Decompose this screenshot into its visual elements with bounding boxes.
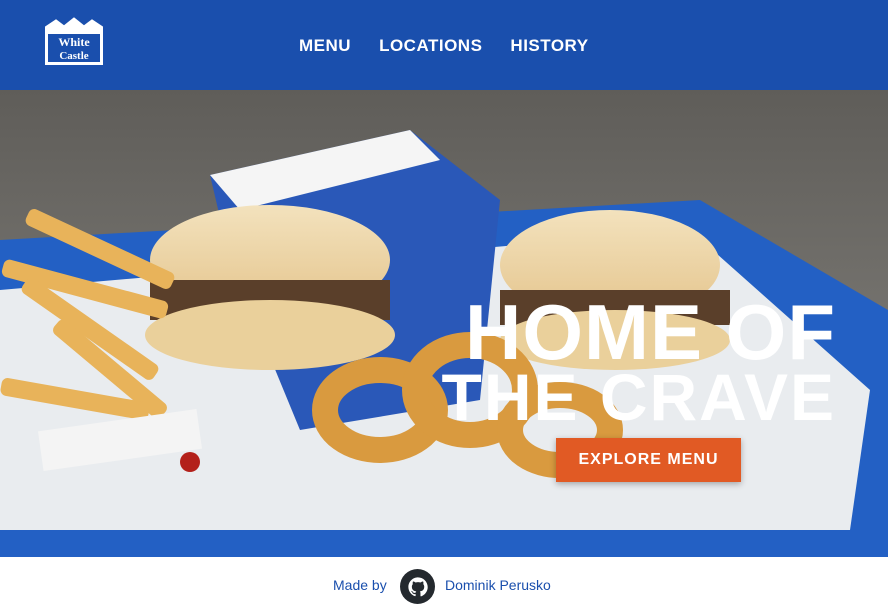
hero-title: HOME OF THE CRAVE bbox=[441, 288, 836, 434]
site-header: White Castle MENU LOCATIONS HISTORY bbox=[0, 0, 888, 90]
main-nav: MENU LOCATIONS HISTORY bbox=[299, 36, 589, 56]
nav-menu-link[interactable]: MENU bbox=[299, 36, 351, 56]
svg-text:Castle: Castle bbox=[59, 50, 88, 62]
white-castle-logo[interactable]: White Castle bbox=[38, 14, 110, 72]
author-link[interactable]: Dominik Perusko bbox=[445, 577, 551, 593]
hero-section: HOME OF THE CRAVE EXPLORE MENU bbox=[0, 90, 888, 557]
hero-title-line2: THE CRAVE bbox=[441, 359, 836, 434]
made-by-label: Made by bbox=[333, 577, 387, 593]
site-footer: Made by Dominik Perusko bbox=[0, 557, 888, 614]
svg-text:White: White bbox=[58, 35, 90, 49]
nav-history-link[interactable]: HISTORY bbox=[510, 36, 588, 56]
nav-locations-link[interactable]: LOCATIONS bbox=[379, 36, 482, 56]
github-icon[interactable] bbox=[400, 569, 435, 604]
hero-title-line1: HOME OF bbox=[465, 288, 836, 377]
explore-menu-button[interactable]: EXPLORE MENU bbox=[556, 438, 741, 482]
